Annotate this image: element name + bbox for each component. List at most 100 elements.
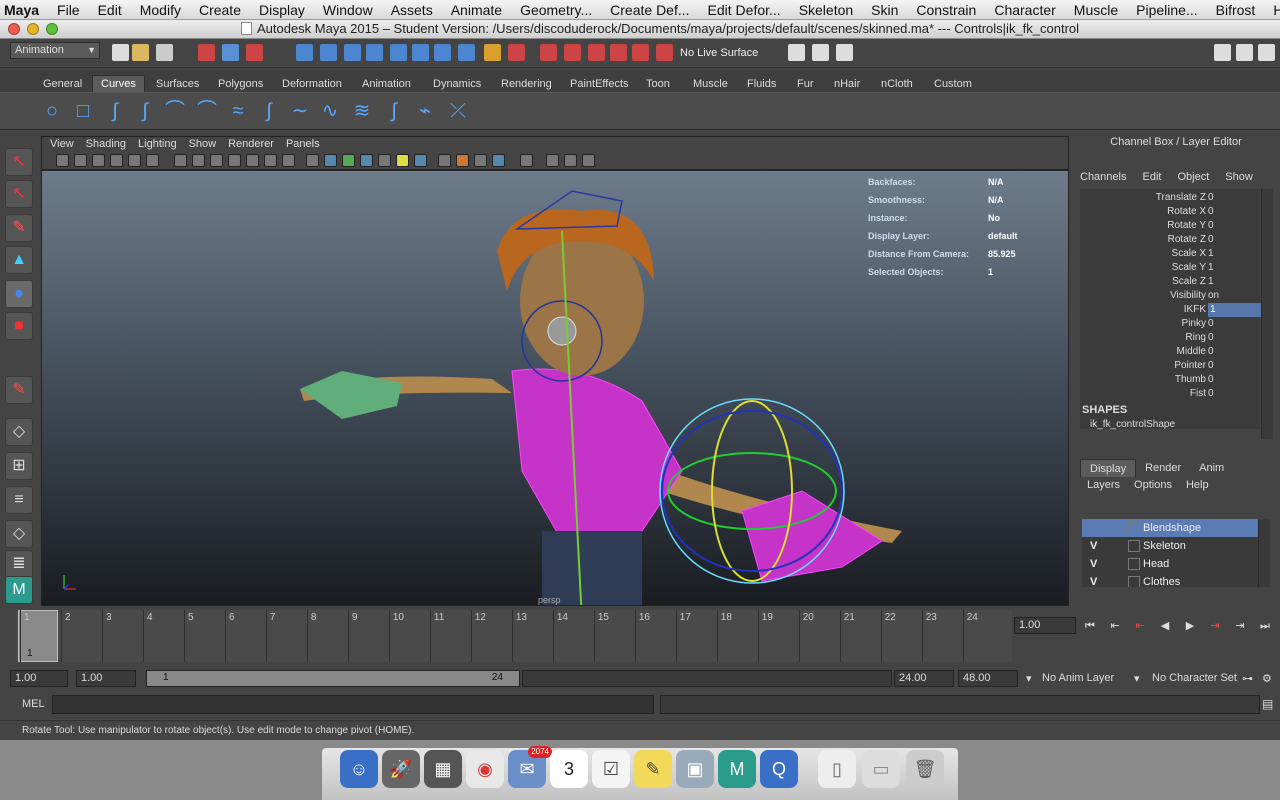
menu-skin[interactable]: Skin [862,2,907,18]
vp-menu-view[interactable]: View [42,137,74,152]
auto-key-icon[interactable]: ⊶ [1242,672,1253,685]
camera-attributes-icon[interactable] [74,154,87,167]
go-to-start-icon[interactable]: ⏮ [1082,618,1098,634]
channel-row[interactable]: Scale Y1 [1080,261,1260,275]
downloads-stack-icon[interactable]: ▭ [862,750,900,788]
panel-layout-icon[interactable] [564,154,577,167]
script-language-toggle[interactable]: MEL [22,698,45,710]
xray-joints-icon[interactable] [456,154,469,167]
menu-muscle[interactable]: Muscle [1065,2,1127,18]
document-stack-icon[interactable]: ▯ [818,750,856,788]
snap-view-plane-icon[interactable] [366,44,383,61]
history-icon[interactable] [508,44,525,61]
save-scene-icon[interactable] [156,44,173,61]
grease-pencil-icon[interactable] [146,154,159,167]
tab-animation[interactable]: Animation [353,75,420,92]
share-icon[interactable] [582,154,595,167]
maya-app-icon[interactable]: M [718,750,756,788]
play-forwards-icon[interactable]: ▶ [1182,618,1198,634]
layer-row[interactable]: V Skeleton [1082,537,1258,555]
four-view-layout-icon[interactable]: ⊞ [5,452,33,480]
channel-row[interactable]: Fist 0 [1080,387,1260,401]
menu-edit-deformers[interactable]: Edit Defor... [699,2,790,18]
tab-display-layers[interactable]: Display [1080,459,1137,477]
range-slider[interactable]: 1 24 [146,670,520,687]
isolate-select-icon[interactable] [520,154,533,167]
current-frame-field[interactable]: 1.00 [1014,617,1076,634]
menu-assets[interactable]: Assets [382,2,442,18]
tab-fluids[interactable]: Fluids [738,75,785,92]
notes-icon[interactable]: ✎ [634,750,672,788]
menu-window[interactable]: Window [314,2,382,18]
mission-control-icon[interactable]: ▦ [424,750,462,788]
wireframe-icon[interactable] [306,154,319,167]
range-slider-track[interactable] [522,670,892,687]
menu-create-deformers[interactable]: Create Def... [601,2,698,18]
menu-edit[interactable]: Edit [89,2,131,18]
select-object-icon[interactable] [222,44,239,61]
chrome-icon[interactable]: ◉ [466,750,504,788]
magnet-icon[interactable] [656,44,673,61]
single-perspective-layout-icon[interactable]: ◇ [5,418,33,446]
menu-app[interactable]: Maya [0,2,48,18]
viewport-canvas[interactable]: Backfaces: N/A Smoothness: N/A Instance: No… [42,171,1068,605]
step-forward-frame-icon[interactable]: ⇥ [1232,618,1248,634]
layer-color-swatch[interactable] [1128,576,1140,587]
safe-title-icon[interactable] [282,154,295,167]
channel-box-scrollbar[interactable] [1261,189,1273,439]
time-slider[interactable]: 1 1 2 3 4 5 6 7 8 9 10 11 12 13 14 15 16 17 18 19 20 21 22 23 2… [16,610,1012,662]
image-plane-icon[interactable] [110,154,123,167]
cv-curve-icon[interactable]: ∫ [103,99,127,123]
lock-camera-icon[interactable] [128,154,141,167]
script-editor-icon[interactable]: ▤ [1262,697,1273,711]
channel-row[interactable]: Middle 0 [1080,345,1260,359]
scale-tool-icon[interactable]: ■ [5,312,33,340]
channel-row[interactable]: Rotate X0 [1080,205,1260,219]
menu-geometry[interactable]: Geometry... [511,2,601,18]
graph-editor-layout-icon[interactable]: ◇ [5,520,33,548]
ipr-render-icon[interactable] [564,44,581,61]
tab-dynamics[interactable]: Dynamics [424,75,490,92]
pencil-curve-icon[interactable]: ⌒ [163,99,187,123]
tab-custom[interactable]: Custom [925,75,981,92]
channel-row[interactable]: Rotate Y0 [1080,219,1260,233]
command-input[interactable] [52,695,654,714]
cb-menu-show[interactable]: Show [1225,171,1253,183]
xray-icon[interactable] [438,154,451,167]
cb-menu-channels[interactable]: Channels [1080,171,1126,183]
tab-ncloth[interactable]: nCloth [872,75,922,92]
tab-anim-layers[interactable]: Anim [1190,459,1233,477]
layer-color-swatch[interactable] [1128,540,1140,552]
menu-bifrost[interactable]: Bifrost [1207,2,1265,18]
dope-sheet-layout-icon[interactable]: ≣ [5,550,33,578]
trash-icon[interactable]: 🗑 [906,750,944,788]
render-icon[interactable] [540,44,557,61]
snap-point-icon[interactable] [344,44,361,61]
vp-menu-show[interactable]: Show [181,137,217,152]
playback-end-field[interactable]: 24.00 [894,670,954,687]
intersect-curve-icon[interactable]: ⤫ [446,99,470,123]
tab-fur[interactable]: Fur [788,75,823,92]
channel-row[interactable]: Translate Z0 [1080,191,1260,205]
open-scene-icon[interactable] [132,44,149,61]
rebuild-curve-icon[interactable]: ∼ [288,99,312,123]
launchpad-icon[interactable]: 🚀 [382,750,420,788]
shape-node-name[interactable]: ik_fk_controlShape [1090,419,1175,430]
menu-file[interactable]: File [48,2,89,18]
preferences-icon[interactable]: ⚙ [1262,672,1272,685]
outliner-layout-icon[interactable]: ≡ [5,486,33,514]
channel-row[interactable]: Rotate Z0 [1080,233,1260,247]
finder-icon[interactable]: ☺ [340,750,378,788]
menu-pipeline[interactable]: Pipeline... [1127,2,1206,18]
channel-row[interactable]: Pinky 0 [1080,317,1260,331]
channel-row[interactable]: Ring 0 [1080,331,1260,345]
channel-row[interactable]: Scale Z1 [1080,275,1260,289]
select-tool-icon[interactable]: ↖ [5,148,33,176]
film-gate-icon[interactable] [192,154,205,167]
vp-menu-lighting[interactable]: Lighting [130,137,177,152]
field-chart-icon[interactable] [246,154,259,167]
grid-icon[interactable] [174,154,187,167]
menu-help[interactable]: Help [1264,2,1280,18]
lighting-icon[interactable] [414,154,427,167]
anim-layer-select[interactable]: No Anim Layer [1042,672,1114,684]
